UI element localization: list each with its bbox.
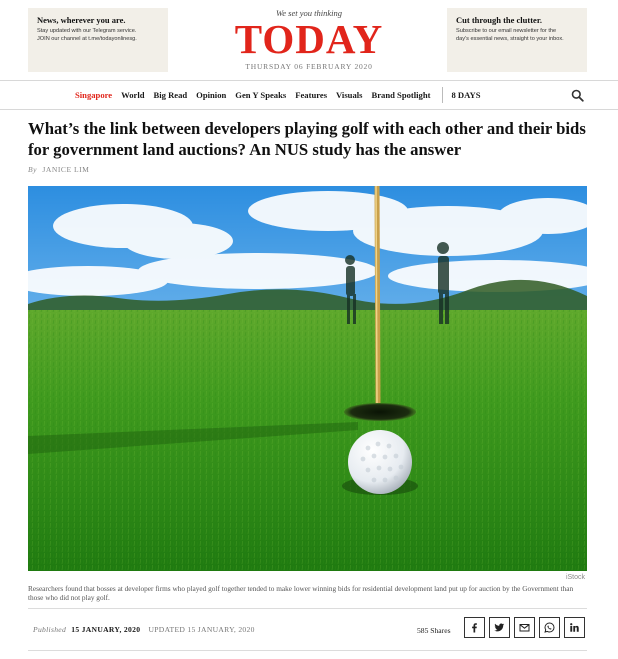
- newsletter-promo-line2: day's essential news, straight to your i…: [456, 35, 564, 42]
- image-credit: iStock: [565, 574, 585, 581]
- search-icon[interactable]: [571, 89, 584, 102]
- published-label: Published: [33, 625, 67, 634]
- telegram-promo[interactable]: News, wherever you are. Stay updated wit…: [28, 8, 168, 72]
- whatsapp-icon: [544, 622, 555, 633]
- nav-item-world[interactable]: World: [121, 90, 144, 100]
- nav-item-8-days[interactable]: 8 DAYS: [451, 90, 480, 100]
- facebook-icon: [472, 623, 477, 633]
- nav-item-brand-spotlight[interactable]: Brand Spotlight: [371, 90, 430, 100]
- meta-bottom-divider: [28, 650, 587, 651]
- published-date: 15 JANUARY, 2020: [71, 625, 141, 634]
- nav-item-opinion[interactable]: Opinion: [196, 90, 226, 100]
- share-count: 585 Shares: [417, 626, 451, 635]
- twitter-icon: [494, 623, 505, 632]
- hero-image: [28, 186, 587, 571]
- nav-item-big-read[interactable]: Big Read: [154, 90, 188, 100]
- masthead-date: THURSDAY 06 FEBRUARY 2020: [245, 62, 373, 71]
- twitter-share-button[interactable]: [489, 617, 510, 638]
- updated-date: UPDATED 15 JANUARY, 2020: [148, 625, 255, 634]
- masthead: We set you thinking TODAY THURSDAY 06 FE…: [200, 8, 418, 71]
- nav-item-gen-y-speaks[interactable]: Gen Y Speaks: [235, 90, 286, 100]
- author-link[interactable]: JANICE LIM: [42, 165, 89, 174]
- telegram-promo-line1: Stay updated with our Telegram service.: [37, 28, 137, 34]
- meta-top-divider: [28, 608, 587, 609]
- linkedin-icon: [570, 623, 579, 632]
- newsletter-promo-line1: Subscribe to our email newsletter for th…: [456, 28, 557, 34]
- site-header: News, wherever you are. Stay updated wit…: [0, 0, 618, 80]
- facebook-share-button[interactable]: [464, 617, 485, 638]
- telegram-promo-title: News, wherever you are.: [37, 15, 126, 25]
- byline: By JANICE LIM: [28, 165, 89, 174]
- newsletter-promo-title: Cut through the clutter.: [456, 15, 542, 25]
- image-caption: Researchers found that bosses at develop…: [28, 584, 574, 602]
- today-logo[interactable]: TODAY: [200, 19, 418, 60]
- nav-item-visuals[interactable]: Visuals: [336, 90, 362, 100]
- linkedin-share-button[interactable]: [564, 617, 585, 638]
- golf-scene-illustration: [28, 186, 587, 571]
- byline-prefix: By: [28, 165, 38, 174]
- nav-items: Singapore World Big Read Opinion Gen Y S…: [75, 81, 490, 109]
- main-nav: Singapore World Big Read Opinion Gen Y S…: [0, 80, 618, 110]
- nav-item-features[interactable]: Features: [295, 90, 327, 100]
- newsletter-promo[interactable]: Cut through the clutter. Subscribe to ou…: [447, 8, 587, 72]
- email-share-button[interactable]: [514, 617, 535, 638]
- nav-item-singapore[interactable]: Singapore: [75, 90, 112, 100]
- email-icon: [519, 624, 530, 632]
- telegram-promo-line2: JOIN our channel at t.me/todayonlinesg.: [37, 35, 137, 42]
- article-headline: What’s the link between developers playi…: [28, 119, 586, 159]
- whatsapp-share-button[interactable]: [539, 617, 560, 638]
- nav-divider: [442, 87, 444, 103]
- publish-meta: Published 15 JANUARY, 2020 UPDATED 15 JA…: [33, 625, 255, 634]
